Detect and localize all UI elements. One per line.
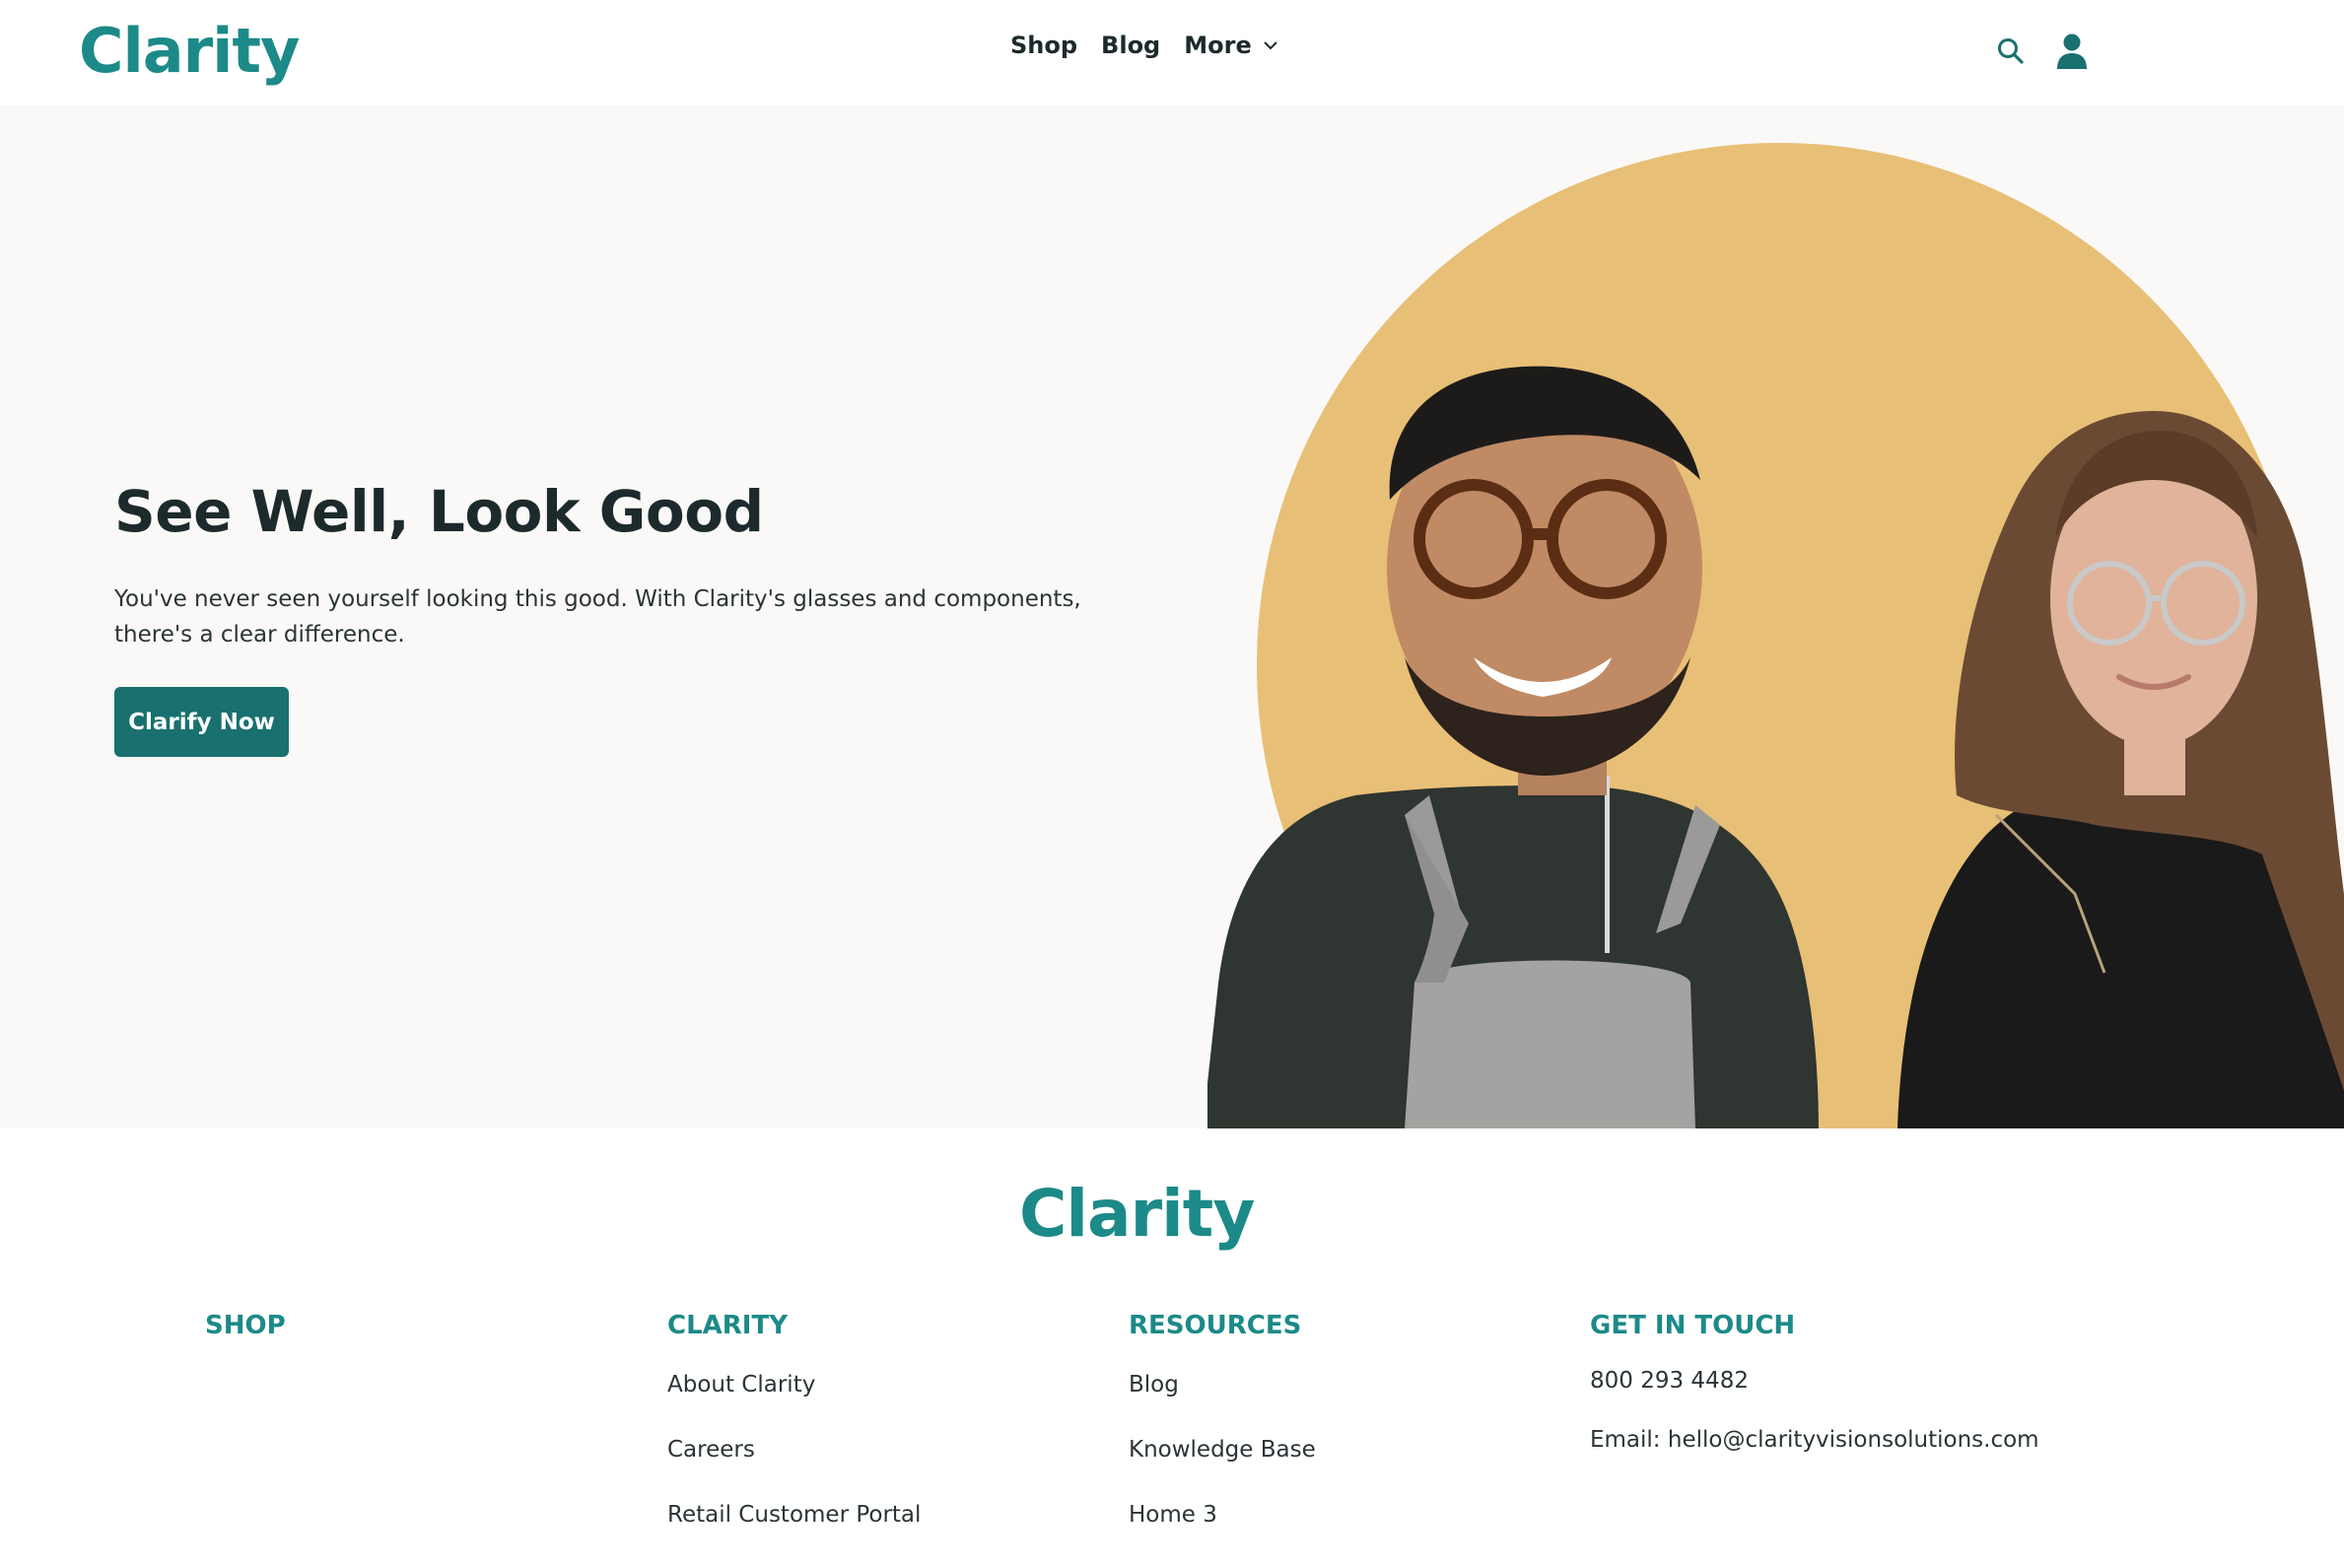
user-icon <box>2057 34 2087 69</box>
footer-link-knowledge-base[interactable]: Knowledge Base <box>1129 1435 1316 1465</box>
nav-more-dropdown[interactable]: More <box>1184 32 1278 59</box>
main-nav: Shop Blog More <box>1010 32 1279 59</box>
nav-blog-label: Blog <box>1101 32 1161 59</box>
hero-section: See Well, Look Good You've never seen yo… <box>0 105 2344 1128</box>
nav-more-label: More <box>1184 32 1252 59</box>
hero-description: You've never seen yourself looking this … <box>114 586 1081 648</box>
nav-blog[interactable]: Blog <box>1101 32 1160 59</box>
footer-link-list: Blog Knowledge Base Home 3 <box>1129 1370 1316 1530</box>
nav-shop[interactable]: Shop <box>1010 32 1077 59</box>
hero-image <box>1207 143 2344 1128</box>
search-icon <box>1998 38 2024 64</box>
footer-col-title: RESOURCES <box>1129 1311 1302 1340</box>
header-actions <box>1993 32 2090 71</box>
footer-col-title: GET IN TOUCH <box>1590 1311 1796 1340</box>
footer-link-list: About Clarity Careers Retail Customer Po… <box>667 1370 921 1530</box>
footer-link-careers[interactable]: Careers <box>667 1435 921 1465</box>
chevron-down-icon <box>1264 41 1277 50</box>
footer-logo[interactable]: Clarity <box>1019 1173 1255 1256</box>
footer-col-resources: RESOURCES Blog Knowledge Base Home 3 <box>1129 1309 1316 1565</box>
nav-shop-label: Shop <box>1010 32 1078 59</box>
search-button[interactable] <box>1993 32 2029 71</box>
footer-col-title: SHOP <box>205 1311 286 1340</box>
logo[interactable]: Clarity <box>79 12 300 91</box>
footer-link-home-3[interactable]: Home 3 <box>1129 1500 1316 1530</box>
site-header: Clarity Shop Blog More <box>0 0 2344 105</box>
footer-link-blog[interactable]: Blog <box>1129 1370 1316 1399</box>
contact-list: 800 293 4482 Email: hello@clarityvisions… <box>1590 1366 2039 1455</box>
footer-col-contact: GET IN TOUCH 800 293 4482 Email: hello@c… <box>1590 1309 2039 1455</box>
footer-col-title: CLARITY <box>667 1311 789 1340</box>
site-footer: Clarity SHOP CLARITY About Clarity Caree… <box>0 1128 2344 1568</box>
account-button[interactable] <box>2054 32 2090 71</box>
footer-link-retail-portal[interactable]: Retail Customer Portal <box>667 1500 921 1530</box>
phone-number[interactable]: 800 293 4482 <box>1590 1366 2039 1396</box>
footer-col-clarity: CLARITY About Clarity Careers Retail Cus… <box>667 1309 921 1565</box>
email-address[interactable]: Email: hello@clarityvisionsolutions.com <box>1590 1425 2039 1455</box>
footer-col-shop: SHOP <box>205 1309 286 1342</box>
hero-title: See Well, Look Good <box>114 478 764 545</box>
clarify-now-button[interactable]: Clarify Now <box>114 687 289 757</box>
footer-link-about[interactable]: About Clarity <box>667 1370 921 1399</box>
